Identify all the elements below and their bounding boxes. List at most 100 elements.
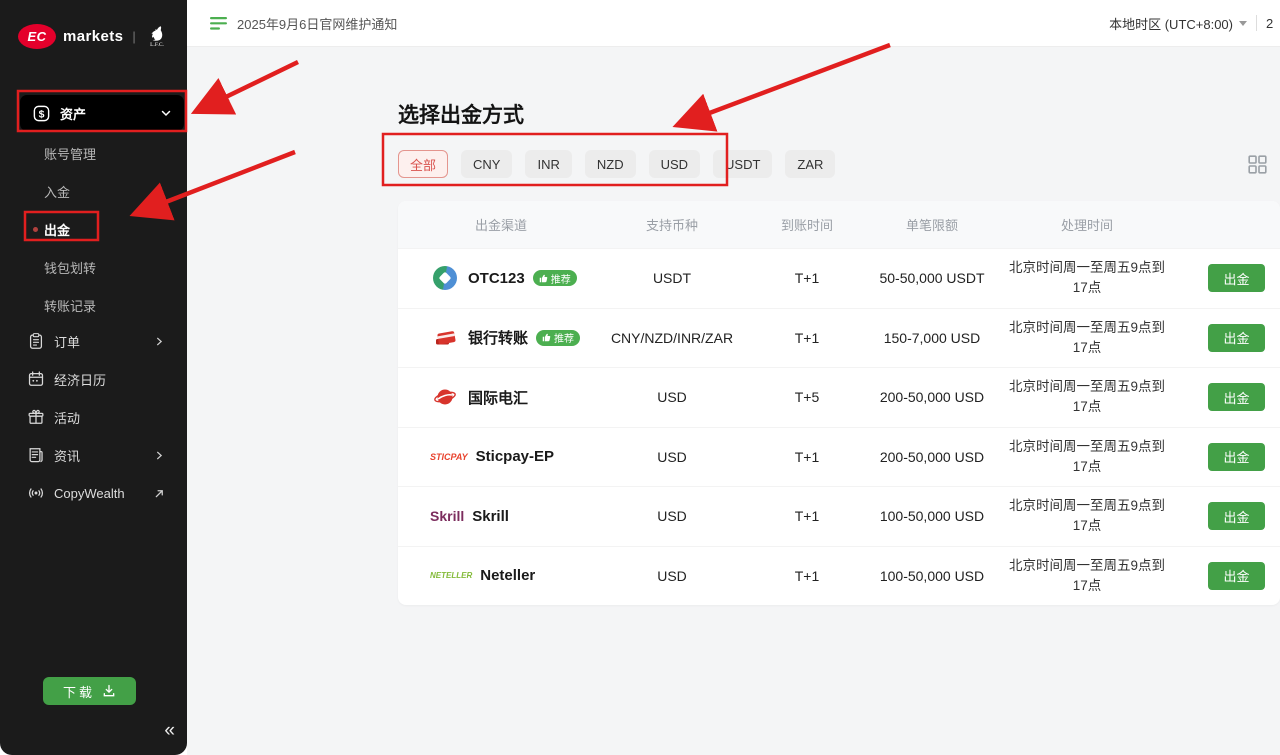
withdraw-button[interactable]: 出金 [1208, 443, 1265, 471]
col-header-limit: 单笔限额 [862, 215, 1002, 234]
submenu-label: 出金 [44, 220, 70, 239]
filter-chip-all[interactable]: 全部 [398, 150, 448, 178]
submenu-label: 转账记录 [44, 296, 96, 315]
menu-label: 资讯 [54, 446, 145, 465]
topbar: 2025年9月6日官网维护通知 本地时区 (UTC+8:00) 2 [187, 0, 1280, 47]
table-row: NETELLERNetellerUSDT+1100-50,000 USD北京时间… [398, 546, 1280, 606]
arrival-time-cell: T+1 [752, 449, 862, 465]
timezone-label: 本地时区 (UTC+8:00) [1109, 14, 1233, 33]
news-icon [27, 446, 45, 464]
sidebar-item-wallet-transfer[interactable]: 钱包划转 [0, 248, 187, 286]
currency-cell: CNY/NZD/INR/ZAR [592, 330, 752, 346]
badge-label: 推荐 [551, 271, 571, 286]
arrival-time-cell: T+1 [752, 568, 862, 584]
action-cell: 出金 [1172, 264, 1280, 292]
currency-cell: USD [592, 508, 752, 524]
broadcast-icon [27, 484, 45, 502]
channel-cell: NETELLERNeteller [398, 567, 592, 584]
withdraw-button[interactable]: 出金 [1208, 264, 1265, 292]
globe-wire-icon [430, 385, 460, 409]
filter-chip-zar[interactable]: ZAR [785, 150, 835, 178]
action-cell: 出金 [1172, 562, 1280, 590]
action-cell: 出金 [1172, 443, 1280, 471]
limit-cell: 50-50,000 USDT [862, 270, 1002, 286]
col-header-arrival: 到账时间 [752, 215, 862, 234]
channel-name: Skrill [472, 508, 509, 525]
grid-view-toggle[interactable] [1248, 155, 1267, 179]
withdraw-button[interactable]: 出金 [1208, 562, 1265, 590]
sidebar-item-deposit[interactable]: 入金 [0, 172, 187, 210]
channel-cell: OTC123推荐 [398, 266, 592, 290]
external-link-icon [154, 488, 165, 499]
withdraw-button[interactable]: 出金 [1208, 383, 1265, 411]
currency-filter-tabs: 全部 CNY INR NZD USD USDT ZAR [398, 150, 835, 178]
brand-divider: | [132, 29, 135, 44]
calendar-icon [27, 370, 45, 388]
arrival-time-cell: T+1 [752, 508, 862, 524]
download-button[interactable]: 下载 [43, 677, 136, 705]
limit-cell: 100-50,000 USD [862, 508, 1002, 524]
sidebar-item-transfer-records[interactable]: 转账记录 [0, 286, 187, 324]
filter-chip-usd[interactable]: USD [649, 150, 700, 178]
sidebar-item-activities[interactable]: 活动 [0, 398, 187, 436]
action-cell: 出金 [1172, 324, 1280, 352]
filter-chip-cny[interactable]: CNY [461, 150, 512, 178]
notice-text: 2025年9月6日官网维护通知 [237, 14, 397, 33]
brand-name: markets [63, 28, 123, 45]
announcement-list-icon [210, 16, 228, 31]
col-header-channel: 出金渠道 [398, 215, 592, 234]
channel-cell: Skrill Skrill [398, 508, 592, 525]
table-row: 银行转账推荐CNY/NZD/INR/ZART+1150-7,000 USD北京时… [398, 308, 1280, 368]
bank-card-icon [430, 326, 460, 350]
filter-chip-inr[interactable]: INR [525, 150, 571, 178]
submenu-label: 入金 [44, 182, 70, 201]
withdraw-channels-table: 出金渠道 支持币种 到账时间 单笔限额 处理时间 OTC123推荐USDTT+1… [398, 201, 1280, 605]
svg-text:$: $ [39, 109, 45, 120]
submenu-label: 账号管理 [44, 144, 96, 163]
currency-cell: USD [592, 568, 752, 584]
table-row: 国际电汇USDT+5200-50,000 USD北京时间周一至周五9点到17点出… [398, 367, 1280, 427]
sidebar: EC markets | L.F.C. $ 资产 账号管理 [0, 0, 187, 755]
sidebar-item-news[interactable]: 资讯 [0, 436, 187, 474]
channel-cell: STICPAYSticpay-EP [398, 448, 592, 465]
menu-label: CopyWealth [54, 486, 145, 501]
submenu-label: 钱包划转 [44, 258, 96, 277]
limit-cell: 150-7,000 USD [862, 330, 1002, 346]
processing-time-cell: 北京时间周一至周五9点到17点 [1002, 437, 1172, 477]
timezone-selector[interactable]: 本地时区 (UTC+8:00) [1109, 14, 1247, 33]
withdraw-button[interactable]: 出金 [1208, 502, 1265, 530]
assets-submenu: 账号管理 入金 出金 钱包划转 转账记录 [0, 134, 187, 324]
processing-time-cell: 北京时间周一至周五9点到17点 [1002, 258, 1172, 298]
dollar-square-icon: $ [32, 104, 51, 123]
collapse-sidebar-button[interactable]: « [164, 720, 173, 742]
brand-logo: EC markets | L.F.C. [0, 0, 187, 58]
gift-icon [27, 408, 45, 426]
menu-label: 订单 [54, 332, 145, 351]
sidebar-item-assets[interactable]: $ 资产 [20, 95, 184, 131]
filter-chip-usdt[interactable]: USDT [713, 150, 772, 178]
sidebar-item-withdraw[interactable]: 出金 [0, 210, 187, 248]
withdraw-button[interactable]: 出金 [1208, 324, 1265, 352]
arrival-time-cell: T+1 [752, 270, 862, 286]
currency-cell: USDT [592, 270, 752, 286]
otc-circle-icon [430, 266, 460, 290]
skrill-logo-icon: Skrill [430, 508, 464, 524]
lfc-crest-icon: L.F.C. [145, 25, 169, 47]
table-row: OTC123推荐USDTT+150-50,000 USDT北京时间周一至周五9点… [398, 248, 1280, 308]
active-dot-icon [33, 227, 38, 232]
sidebar-item-account-management[interactable]: 账号管理 [0, 134, 187, 172]
sidebar-item-orders[interactable]: 订单 [0, 322, 187, 360]
limit-cell: 200-50,000 USD [862, 389, 1002, 405]
sticpay-logo-icon: STICPAY [430, 452, 468, 462]
chevron-down-icon [1239, 21, 1247, 26]
filter-chip-nzd[interactable]: NZD [585, 150, 636, 178]
menu-label: 活动 [54, 408, 165, 427]
limit-cell: 100-50,000 USD [862, 568, 1002, 584]
table-row: STICPAYSticpay-EPUSDT+1200-50,000 USD北京时… [398, 427, 1280, 487]
sidebar-menu: 订单 经济日历 活动 [0, 322, 187, 512]
sidebar-item-economic-calendar[interactable]: 经济日历 [0, 360, 187, 398]
svg-text:L.F.C.: L.F.C. [150, 42, 164, 47]
maintenance-notice[interactable]: 2025年9月6日官网维护通知 [210, 14, 397, 33]
topbar-right: 本地时区 (UTC+8:00) 2 [1109, 14, 1276, 33]
sidebar-item-copywealth[interactable]: CopyWealth [0, 474, 187, 512]
